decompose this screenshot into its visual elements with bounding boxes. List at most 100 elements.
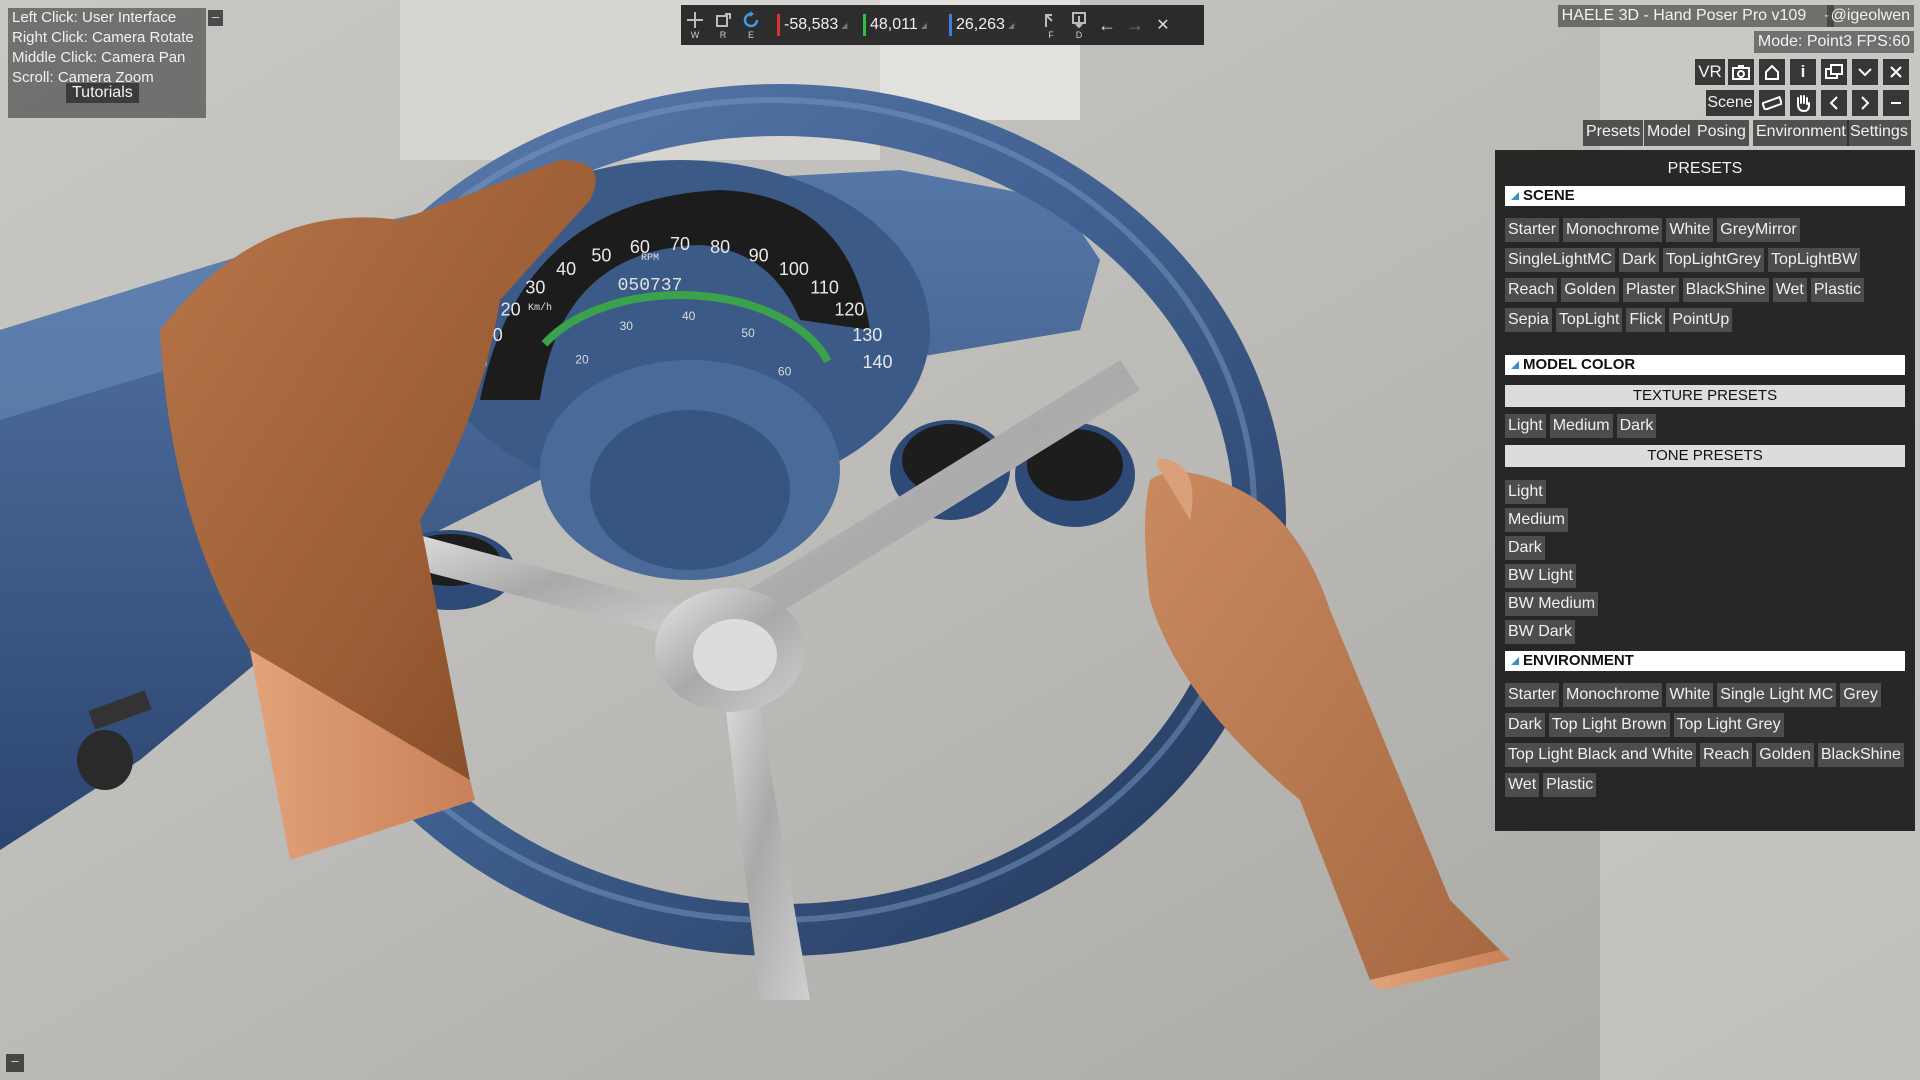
y-coordinate-field[interactable]: 48,011 ◢: [863, 12, 945, 38]
scene-preset-pointup[interactable]: PointUp: [1669, 308, 1733, 332]
env-preset-single-light-mc[interactable]: Single Light MC: [1717, 683, 1837, 707]
tone-preset-bw-light[interactable]: BW Light: [1505, 564, 1576, 588]
tab-posing[interactable]: Posing: [1694, 120, 1749, 146]
hand-tool-button[interactable]: [1790, 90, 1816, 116]
rotate-icon: [743, 10, 759, 27]
tone-preset-medium[interactable]: Medium: [1505, 508, 1568, 532]
rotate-tool-button[interactable]: R: [709, 8, 737, 42]
tone-preset-bw-medium[interactable]: BW Medium: [1505, 592, 1599, 616]
scene-preset-plaster[interactable]: Plaster: [1622, 278, 1679, 302]
y-dropdown-icon: ◢: [920, 20, 927, 30]
tab-settings[interactable]: Settings: [1847, 120, 1911, 146]
tab-environment[interactable]: Environment: [1753, 120, 1849, 146]
previous-button[interactable]: [1821, 90, 1847, 116]
rpm-tick-label: 40: [682, 309, 696, 323]
info-icon: i: [1800, 62, 1806, 81]
scale-tool-button[interactable]: E: [737, 8, 765, 42]
scene-preset-dark[interactable]: Dark: [1619, 248, 1659, 272]
environment-row-4: Wet Plastic: [1505, 773, 1597, 797]
env-preset-top-light-grey[interactable]: Top Light Grey: [1673, 713, 1784, 737]
close-app-button[interactable]: [1883, 59, 1909, 85]
env-preset-golden[interactable]: Golden: [1756, 743, 1814, 767]
texture-preset-dark[interactable]: Dark: [1616, 414, 1657, 438]
tone-presets-header: TONE PRESETS: [1505, 445, 1905, 467]
x-dropdown-icon: ◢: [841, 20, 848, 30]
env-preset-top-light-brown[interactable]: Top Light Brown: [1548, 713, 1670, 737]
home-button[interactable]: [1759, 59, 1785, 85]
scene-row-2: SingleLightMC Dark TopLightGrey TopLight…: [1505, 248, 1861, 272]
z-coordinate-value: 26,263: [956, 16, 1005, 33]
env-preset-blackshine[interactable]: BlackShine: [1817, 743, 1904, 767]
screenshot-button[interactable]: [1728, 59, 1754, 85]
help-right-click: Right Click: Camera Rotate: [12, 29, 194, 46]
bottom-minimize-button[interactable]: –: [6, 1054, 24, 1072]
env-preset-white[interactable]: White: [1666, 683, 1714, 707]
collapse-button[interactable]: [1852, 59, 1878, 85]
info-button[interactable]: i: [1790, 59, 1816, 85]
texture-preset-medium[interactable]: Medium: [1549, 414, 1613, 438]
speed-tick-label: 20: [501, 300, 521, 320]
texture-preset-light[interactable]: Light: [1505, 414, 1546, 438]
x-axis-indicator: [777, 14, 780, 36]
move-tool-button[interactable]: W: [681, 8, 709, 42]
tone-preset-light[interactable]: Light: [1505, 480, 1546, 504]
scene-preset-toplightbw[interactable]: TopLightBW: [1768, 248, 1861, 272]
speed-tick-label: 80: [710, 237, 730, 257]
scene-preset-plastic[interactable]: Plastic: [1810, 278, 1864, 302]
tab-model[interactable]: Model: [1644, 120, 1694, 146]
env-preset-reach[interactable]: Reach: [1700, 743, 1753, 767]
minimize-button[interactable]: [1883, 90, 1909, 116]
drop-button[interactable]: D: [1065, 8, 1093, 42]
scene-preset-greymirror[interactable]: GreyMirror: [1717, 218, 1800, 242]
scene-preset-monochrome[interactable]: Monochrome: [1563, 218, 1663, 242]
scene-preset-toplight[interactable]: TopLight: [1555, 308, 1623, 332]
tutorials-button[interactable]: Tutorials: [66, 83, 139, 103]
scene-preset-flick[interactable]: Flick: [1626, 308, 1666, 332]
move-tool-key: W: [690, 29, 700, 40]
scene-preset-golden[interactable]: Golden: [1561, 278, 1619, 302]
flip-button[interactable]: F: [1037, 8, 1065, 42]
measure-button[interactable]: [1759, 90, 1785, 116]
speed-tick-label: 110: [810, 277, 839, 297]
env-preset-wet[interactable]: Wet: [1505, 773, 1540, 797]
model-color-section-header[interactable]: MODEL COLOR: [1505, 355, 1905, 375]
scene-button[interactable]: Scene: [1706, 90, 1754, 116]
help-minimize-button[interactable]: –: [208, 10, 223, 26]
home-icon: [1765, 64, 1779, 80]
speed-tick-label: 40: [556, 259, 576, 279]
tab-presets[interactable]: Presets: [1583, 120, 1644, 146]
hand-icon: [1797, 95, 1810, 112]
env-preset-monochrome[interactable]: Monochrome: [1563, 683, 1663, 707]
redo-button[interactable]: →: [1121, 8, 1149, 42]
z-coordinate-field[interactable]: 26,263 ◢: [949, 12, 1031, 38]
scene-preset-toplightgrey[interactable]: TopLightGrey: [1662, 248, 1765, 272]
scene-preset-white[interactable]: White: [1666, 218, 1714, 242]
tone-preset-dark[interactable]: Dark: [1505, 536, 1545, 560]
scene-row-1: Starter Monochrome White GreyMirror: [1505, 218, 1800, 242]
scene-section-header[interactable]: SCENE: [1505, 186, 1905, 206]
speed-unit-label: Km/h: [528, 302, 552, 314]
next-button[interactable]: [1852, 90, 1878, 116]
x-coordinate-field[interactable]: -58,583 ◢: [777, 12, 859, 38]
scene-preset-wet[interactable]: Wet: [1772, 278, 1807, 302]
scene-preset-reach[interactable]: Reach: [1505, 278, 1558, 302]
env-preset-starter[interactable]: Starter: [1505, 683, 1560, 707]
environment-section-header[interactable]: ENVIRONMENT: [1505, 651, 1905, 671]
env-preset-top-light-black-white[interactable]: Top Light Black and White: [1505, 743, 1696, 767]
vr-button[interactable]: VR: [1695, 59, 1725, 85]
undo-button[interactable]: ←: [1093, 8, 1121, 42]
env-preset-grey[interactable]: Grey: [1840, 683, 1881, 707]
scale-tool-key: E: [747, 29, 754, 40]
scene-preset-sepia[interactable]: Sepia: [1505, 308, 1552, 332]
scene-preset-starter[interactable]: Starter: [1505, 218, 1560, 242]
user-handle: @igeolwen: [1826, 5, 1914, 27]
speed-tick-label: 140: [863, 352, 893, 372]
env-preset-dark[interactable]: Dark: [1505, 713, 1545, 737]
scene-preset-blackshine[interactable]: BlackShine: [1682, 278, 1769, 302]
windows-button[interactable]: [1821, 59, 1847, 85]
speed-tick-label: 120: [834, 300, 864, 320]
scene-preset-singlelightmc[interactable]: SingleLightMC: [1505, 248, 1616, 272]
env-preset-plastic[interactable]: Plastic: [1543, 773, 1597, 797]
tone-preset-bw-dark[interactable]: BW Dark: [1505, 620, 1575, 644]
close-toolbar-button[interactable]: ✕: [1149, 8, 1177, 42]
